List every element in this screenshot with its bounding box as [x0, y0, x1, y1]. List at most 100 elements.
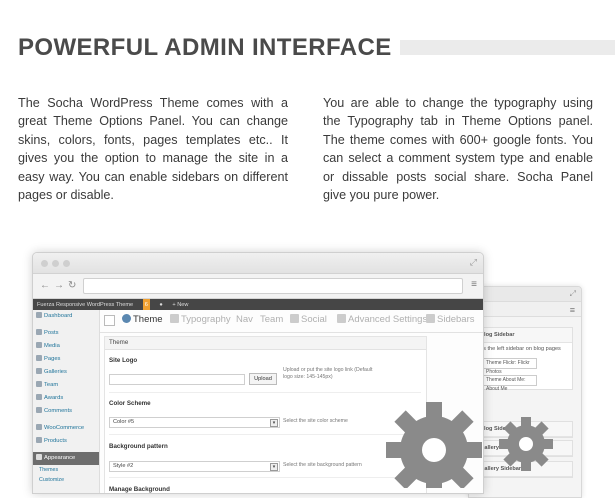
tab-label: Sidebars — [437, 314, 475, 325]
sidebar-item-appearance[interactable]: Appearance — [33, 452, 99, 465]
paragraph-right: You are able to change the typography us… — [323, 96, 593, 203]
sidebar-item-galleries[interactable]: Galleries — [33, 366, 99, 379]
tab-team[interactable]: Team — [260, 314, 283, 325]
gear-icon-small — [499, 417, 553, 471]
tab-label: Nav — [236, 314, 253, 325]
divider — [109, 392, 421, 393]
sidebar-item-posts[interactable]: Posts — [33, 327, 99, 340]
sidebar-item-pages[interactable]: Pages — [33, 353, 99, 366]
sidebar-item-label: Media — [44, 343, 60, 349]
typography-icon — [170, 314, 179, 323]
sidebars-icon — [426, 314, 435, 323]
background-pattern-value: Style #2 — [113, 463, 134, 469]
divider — [109, 477, 421, 478]
back-window-addressbar: ≡ — [469, 302, 581, 317]
window-close-dot[interactable] — [41, 260, 48, 267]
color-scheme-value: Color #5 — [113, 419, 135, 425]
social-icon — [290, 314, 299, 323]
sidebar-item-label: Products — [44, 438, 67, 444]
sidebar-item-label: Posts — [44, 330, 59, 336]
comments-icon — [36, 407, 42, 414]
color-scheme-select[interactable]: Color #5 ▾ — [109, 417, 280, 428]
widget-flickr-select[interactable]: Theme Flickr: Flickr Photos — [482, 358, 537, 375]
advanced-settings-icon — [337, 314, 346, 323]
widget-blog-sidebar: Blog Sidebar as the left sidebar on blog… — [475, 327, 573, 392]
sidebar-item-label: Team — [44, 382, 59, 388]
manage-background-label: Manage Background — [109, 486, 170, 493]
background-pattern-label: Background pattern — [109, 443, 168, 450]
sidebar-item-label: Comments — [44, 408, 73, 414]
appearance-icon — [36, 454, 42, 461]
upload-button[interactable]: Upload — [249, 373, 277, 385]
gear-icon-large — [386, 402, 482, 488]
sidebar-item-dashboard[interactable]: Dashboard — [33, 310, 99, 323]
color-scheme-label: Color Scheme — [109, 400, 151, 407]
widget-row-flickr: Theme Flickr: Flickr Photos — [476, 355, 572, 375]
section-heading: POWERFUL ADMIN INTERFACE — [18, 34, 392, 61]
expand-icon[interactable]: ⤢ — [470, 257, 477, 268]
form-header: Theme — [105, 337, 426, 350]
forward-arrow-icon[interactable]: → — [54, 280, 64, 291]
products-icon — [36, 437, 42, 444]
galleries-icon — [36, 368, 42, 375]
tab-typography[interactable]: Typography — [170, 314, 231, 325]
sidebar-item-team[interactable]: Team — [33, 379, 99, 392]
tab-sidebars[interactable]: Sidebars — [426, 314, 475, 325]
sidebar-item-label: Awards — [44, 395, 64, 401]
pages-icon — [36, 355, 42, 362]
widget-desc: as the left sidebar on blog pages — [480, 346, 561, 352]
awards-icon — [36, 394, 42, 401]
sidebar-subitem-customize[interactable]: Customize — [33, 475, 99, 485]
tab-label: Team — [260, 314, 284, 325]
admin-site-name[interactable]: Fuerza Responsive WordPress Theme — [37, 302, 133, 308]
admin-sidebar: Dashboard Posts Media Pages Galleries Te… — [33, 310, 100, 493]
back-window-titlebar: ⤢ — [469, 287, 581, 302]
sidebar-item-products[interactable]: Products — [33, 435, 99, 448]
panel-toggle-icon[interactable] — [104, 315, 115, 326]
options-tabs: Theme Typography Nav Team Social Advance… — [100, 310, 483, 333]
site-logo-label: Site Logo — [109, 357, 138, 364]
tab-label: Advanced Settings — [348, 314, 428, 325]
team-icon — [36, 381, 42, 388]
widget-row-about: Theme About Me: About Me — [476, 372, 572, 392]
heading-decoration-bar — [400, 40, 615, 55]
browser-toolbar: ← → ↻ ≡ — [33, 274, 483, 299]
menu-icon[interactable]: ≡ — [471, 279, 477, 290]
sidebar-item-label: Dashboard — [44, 313, 73, 319]
reload-icon[interactable]: ↻ — [68, 280, 76, 291]
sidebar-item-awards[interactable]: Awards — [33, 392, 99, 405]
window-maximize-dot[interactable] — [63, 260, 70, 267]
background-pattern-hint: Select the site background pattern — [283, 462, 362, 468]
sidebar-subitem-themes[interactable]: Themes — [33, 465, 99, 475]
theme-icon — [122, 314, 131, 323]
admin-new-link[interactable]: + New — [172, 302, 188, 308]
widget-title: Blog Sidebar — [476, 328, 572, 343]
woocommerce-icon — [36, 424, 42, 431]
sidebar-item-media[interactable]: Media — [33, 340, 99, 353]
back-arrow-icon[interactable]: ← — [40, 280, 50, 291]
sidebar-item-comments[interactable]: Comments — [33, 405, 99, 418]
comments-icon[interactable]: ● — [159, 302, 162, 308]
address-bar[interactable] — [83, 278, 463, 294]
posts-icon — [36, 329, 42, 336]
divider — [109, 434, 421, 435]
window-minimize-dot[interactable] — [52, 260, 59, 267]
site-logo-input[interactable] — [109, 374, 245, 385]
tab-theme[interactable]: Theme — [122, 314, 163, 325]
tab-advanced-settings[interactable]: Advanced Settings — [337, 314, 427, 325]
tab-label: Theme — [133, 314, 163, 325]
menu-icon[interactable]: ≡ — [570, 305, 575, 315]
sidebar-item-label: WooCommerce — [44, 425, 85, 431]
sidebar-item-woocommerce[interactable]: WooCommerce — [33, 422, 99, 435]
tab-label: Typography — [181, 314, 231, 325]
widget-about-select[interactable]: Theme About Me: About Me — [482, 375, 537, 392]
tab-social[interactable]: Social — [290, 314, 327, 325]
tab-nav[interactable]: Nav — [236, 314, 253, 325]
window-titlebar: ⤢ — [33, 253, 483, 274]
color-scheme-hint: Select the site color scheme — [283, 418, 348, 424]
background-pattern-select[interactable]: Style #2 ▾ — [109, 461, 280, 472]
media-icon — [36, 342, 42, 349]
sidebar-item-label: Pages — [44, 356, 61, 362]
expand-icon[interactable]: ⤢ — [570, 289, 576, 299]
sidebar-item-label: Appearance — [44, 455, 76, 461]
